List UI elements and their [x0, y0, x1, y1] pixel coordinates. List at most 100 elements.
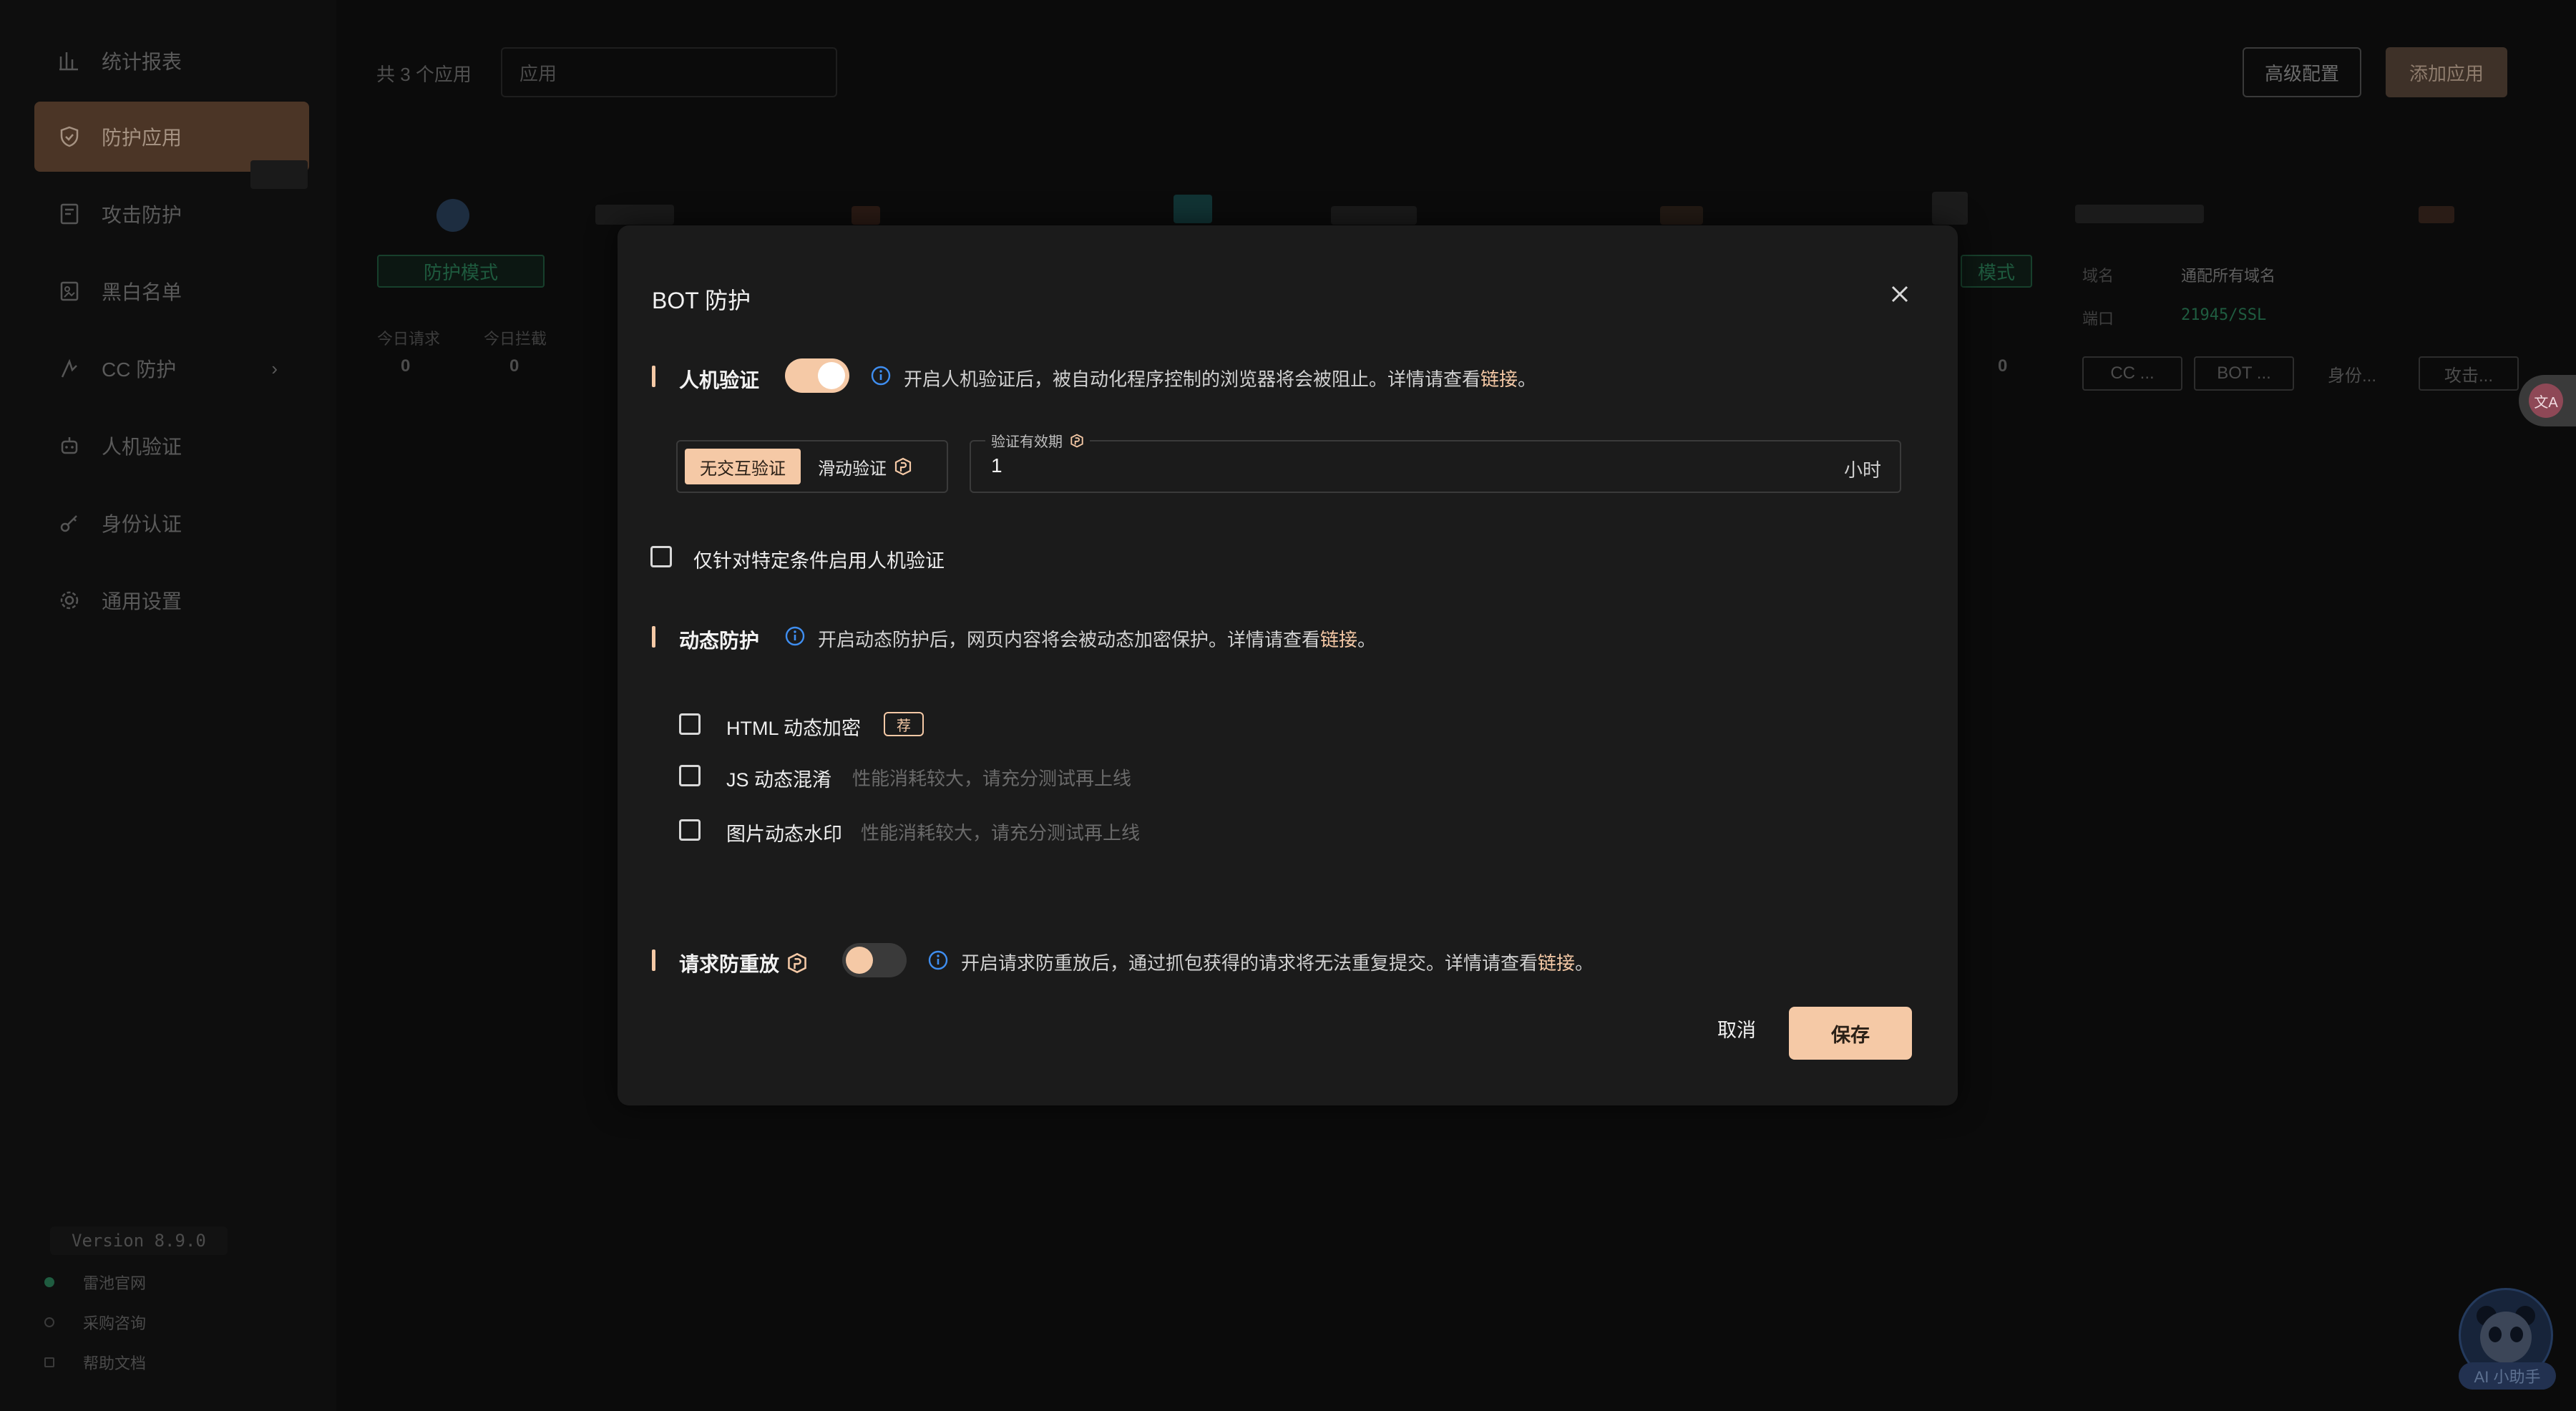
- add-app-button[interactable]: 添加应用: [2386, 47, 2507, 97]
- image-watermark-checkbox[interactable]: [679, 819, 701, 841]
- js-obfuscate-label: JS 动态混淆: [726, 769, 832, 791]
- sidebar-item-cc[interactable]: CC 防护 ›: [34, 333, 309, 404]
- info-icon: [785, 626, 805, 646]
- captcha-info: 开启人机验证后，被自动化程序控制的浏览器将会被阻止。详情请查看链接。: [904, 365, 1536, 391]
- image-watermark-label: 图片动态水印: [726, 824, 842, 845]
- assistant-label: AI 小助手: [2459, 1362, 2556, 1390]
- section-marker: [652, 626, 655, 648]
- toggle-knob: [818, 362, 845, 389]
- pro-icon: [1070, 434, 1083, 447]
- captcha-doc-link[interactable]: 链接: [1480, 368, 1518, 390]
- validity-legend: 验证有效期: [985, 430, 1090, 451]
- domain-label: 域名: [2082, 267, 2114, 285]
- section-marker: [652, 949, 655, 971]
- search-input[interactable]: 应用: [501, 47, 837, 97]
- headset-icon: [44, 1317, 54, 1327]
- verify-mode-selector: 无交互验证 滑动验证: [676, 440, 948, 493]
- document-shield-icon: [56, 200, 83, 228]
- section-title-text: 请求防重放: [679, 953, 780, 975]
- sidebar-item-blacklist[interactable]: 黑白名单: [34, 256, 309, 326]
- shield-icon: [56, 123, 83, 150]
- pro-icon: [788, 952, 806, 974]
- domain-value: 通配所有域名: [2181, 267, 2276, 285]
- cc-chip-button[interactable]: CC ...: [2082, 356, 2182, 391]
- conditional-captcha-checkbox[interactable]: [650, 546, 672, 567]
- sidebar-item-attack[interactable]: 攻击防护: [34, 179, 309, 249]
- validity-field: 验证有效期 小时: [970, 430, 1901, 493]
- save-button[interactable]: 保存: [1789, 1007, 1912, 1060]
- docs-link[interactable]: 帮助文档: [44, 1351, 146, 1374]
- section-title-dynamic: 动态防护: [679, 630, 760, 652]
- sidebar-item-captcha[interactable]: 人机验证: [34, 411, 309, 481]
- html-encrypt-checkbox[interactable]: [679, 713, 701, 735]
- bot-protection-modal: BOT 防护 人机验证 开启人机验证后，被自动化程序控制的浏览器将会被阻止。详情…: [618, 225, 1958, 1105]
- ai-assistant-button[interactable]: AI 小助手: [2456, 1288, 2556, 1395]
- document-icon: [44, 1357, 54, 1367]
- replay-toggle[interactable]: [842, 943, 907, 977]
- sidebar-item-label: 防护应用: [102, 127, 182, 149]
- blur-artifact: [250, 160, 308, 189]
- js-obfuscate-hint: 性能消耗较大，请充分测试再上线: [852, 768, 1132, 789]
- sidebar-item-stats[interactable]: 统计报表: [34, 26, 309, 96]
- image-watermark-hint: 性能消耗较大，请充分测试再上线: [861, 822, 1141, 844]
- status-dot-icon: [44, 1277, 54, 1287]
- cancel-button[interactable]: 取消: [1702, 1007, 1771, 1050]
- pro-icon: [894, 457, 912, 476]
- purchase-link[interactable]: 采购咨询: [44, 1311, 146, 1334]
- js-obfuscate-checkbox[interactable]: [679, 765, 701, 786]
- translate-button[interactable]: 文A: [2519, 375, 2576, 426]
- version-label: Version 8.9.0: [50, 1226, 228, 1255]
- info-icon: [928, 950, 948, 970]
- info-suffix: 。: [1357, 629, 1377, 650]
- link-label: 采购咨询: [83, 1314, 147, 1332]
- protection-mode-tag: 模式: [1961, 255, 2032, 288]
- attack-chip-button[interactable]: 攻击...: [2419, 356, 2519, 391]
- info-icon: [871, 366, 891, 386]
- advanced-config-button[interactable]: 高级配置: [2243, 47, 2361, 97]
- validity-input[interactable]: [991, 454, 1778, 477]
- protection-mode-tag: 防护模式: [377, 255, 545, 288]
- stat-label: 今日拦截: [484, 330, 547, 348]
- info-text: 开启人机验证后，被自动化程序控制的浏览器将会被阻止。详情请查看: [904, 368, 1481, 390]
- field-label: 验证有效期: [991, 434, 1063, 450]
- sidebar-item-label: 统计报表: [102, 51, 182, 73]
- cc-icon: [56, 355, 83, 382]
- info-text: 开启动态防护后，网页内容将会被动态加密保护。详情请查看: [818, 629, 1321, 650]
- auth-chip-button[interactable]: 身份...: [2306, 356, 2399, 391]
- recommended-badge: 荐: [884, 712, 924, 736]
- list-icon: [56, 278, 83, 305]
- replay-info: 开启请求防重放后，通过抓包获得的请求将无法重复提交。详情请查看链接。: [961, 949, 1594, 975]
- info-suffix: 。: [1575, 952, 1594, 974]
- close-icon[interactable]: [1885, 280, 1914, 308]
- port-value: 21945/SSL: [2181, 306, 2267, 324]
- sidebar: 统计报表 防护应用 攻击防护 黑白名单 CC 防护 › 人机验证 身份认证 通用…: [0, 0, 336, 1411]
- section-title-captcha: 人机验证: [679, 369, 760, 391]
- sidebar-item-auth[interactable]: 身份认证: [34, 488, 309, 558]
- sidebar-item-label: 通用设置: [102, 590, 182, 612]
- link-label: 雷池官网: [83, 1274, 147, 1292]
- app-name-blur: [595, 205, 674, 225]
- app-logo: [1174, 195, 1212, 223]
- sidebar-item-label: 攻击防护: [102, 204, 182, 226]
- sidebar-item-settings[interactable]: 通用设置: [34, 565, 309, 635]
- info-suffix: 。: [1518, 368, 1537, 390]
- info-text: 开启请求防重放后，通过抓包获得的请求将无法重复提交。详情请查看: [961, 952, 1538, 974]
- port-label: 端口: [2082, 310, 2114, 328]
- captcha-toggle[interactable]: [785, 358, 849, 393]
- replay-doc-link[interactable]: 链接: [1538, 952, 1575, 974]
- app-logo: [1932, 192, 1968, 225]
- app-name-blur: [2075, 205, 2204, 223]
- stat-value: 0: [401, 356, 411, 376]
- official-site-link[interactable]: 雷池官网: [44, 1271, 146, 1294]
- dynamic-doc-link[interactable]: 链接: [1320, 629, 1357, 650]
- stat-value: 0: [1998, 356, 2008, 376]
- no-interaction-option[interactable]: 无交互验证: [685, 449, 801, 484]
- key-icon: [56, 509, 83, 537]
- toggle-knob: [846, 947, 873, 974]
- modal-title: BOT 防护: [652, 288, 751, 313]
- bar-chart-icon: [56, 47, 83, 74]
- slider-verify-option[interactable]: 滑动验证: [808, 449, 922, 484]
- stat-label: 今日请求: [377, 330, 441, 348]
- html-encrypt-label: HTML 动态加密: [726, 718, 861, 739]
- bot-chip-button[interactable]: BOT ...: [2194, 356, 2294, 391]
